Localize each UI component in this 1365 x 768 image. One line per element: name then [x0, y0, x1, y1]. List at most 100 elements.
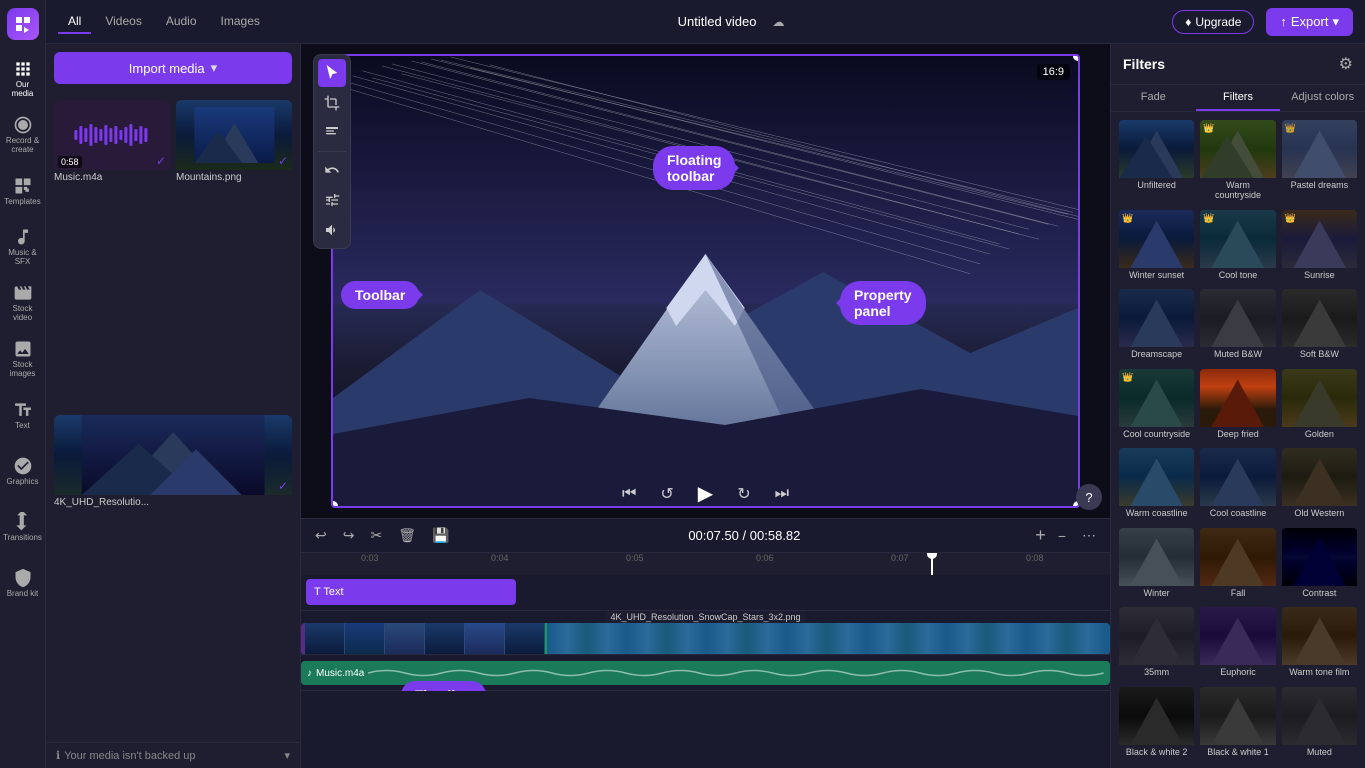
media-grid: 0:58 ✓ Music.m4a	[46, 92, 300, 742]
filter-item-warm-countryside[interactable]: 👑 Warm countryside	[1200, 120, 1275, 204]
media-item-4k-video[interactable]: ✓ 4K_UHD_Resolutio...	[54, 415, 292, 734]
filter-item-bw2[interactable]: Black & white 2	[1119, 687, 1194, 761]
filter-item-warm-tone-film[interactable]: Warm tone film	[1282, 607, 1357, 681]
filter-item-winter[interactable]: Winter	[1119, 528, 1194, 602]
sidebar-item-templates[interactable]: Templates	[5, 166, 41, 216]
sidebar-item-brand-kit[interactable]: Brand kit	[5, 558, 41, 608]
timeline-time: 00:07.50 / 00:58.82	[461, 528, 1027, 543]
toolbar-text-button[interactable]	[318, 119, 346, 147]
audio-track-row: ♪ Music.m4a	[301, 655, 1110, 691]
timeline-redo-button[interactable]: ↪	[339, 525, 359, 546]
text-track-label: T Text	[314, 586, 344, 598]
filter-label-muted2: Muted	[1282, 745, 1357, 759]
filter-item-deep-fried[interactable]: Deep fried	[1200, 369, 1275, 443]
filter-item-golden[interactable]: Golden	[1282, 369, 1357, 443]
sidebar-item-stock-images[interactable]: Stock images	[5, 334, 41, 384]
sidebar-item-text[interactable]: Text	[5, 390, 41, 440]
app-logo	[7, 8, 39, 40]
skip-back-button[interactable]: ⏮	[618, 481, 640, 507]
right-panel-close-button[interactable]: ⚙	[1339, 54, 1353, 74]
timeline-toolbar: ↩ ↪ ✂ 🗑 💾 00:07.50 / 00:58.82 + − ⋯	[301, 519, 1110, 553]
forward-button[interactable]: ↻	[733, 480, 754, 508]
filter-label-soft-bw: Soft B&W	[1282, 347, 1357, 361]
filter-item-cool-coastline[interactable]: Cool coastline	[1200, 448, 1275, 522]
timeline-save-button[interactable]: 💾	[428, 525, 453, 546]
corner-handle-tr[interactable]	[1073, 54, 1080, 61]
media-duration-music: 0:58	[58, 156, 82, 168]
toolbar-audio-button[interactable]	[318, 216, 346, 244]
timeline-cut-button[interactable]: ✂	[366, 525, 386, 546]
info-icon: ℹ	[56, 749, 60, 762]
backup-chevron-icon[interactable]: ▾	[284, 749, 290, 762]
tab-images[interactable]: Images	[211, 10, 270, 34]
filter-item-cool-tone[interactable]: 👑 Cool tone	[1200, 210, 1275, 284]
check-icon-music: ✓	[156, 154, 166, 168]
export-button[interactable]: ↑ Export ▾	[1266, 8, 1353, 36]
filter-item-muted2[interactable]: Muted	[1282, 687, 1357, 761]
media-item-mountains[interactable]: ✓ Mountains.png	[176, 100, 292, 409]
playhead-line	[931, 553, 933, 575]
filter-label-warm-countryside: Warm countryside	[1200, 178, 1275, 202]
right-panel-tabs: Fade Filters Adjust colors	[1111, 85, 1365, 112]
audio-track-clip[interactable]: ♪ Music.m4a	[301, 661, 1110, 685]
filter-item-unfiltered[interactable]: Unfiltered	[1119, 120, 1194, 204]
sidebar-item-our-media[interactable]: Our media	[5, 54, 41, 104]
filter-item-sunrise[interactable]: 👑 Sunrise	[1282, 210, 1357, 284]
filter-item-euphoric[interactable]: Euphoric	[1200, 607, 1275, 681]
timeline-zoom-out-button[interactable]: −	[1054, 526, 1070, 546]
filter-item-soft-bw[interactable]: Soft B&W	[1282, 289, 1357, 363]
toolbar-crop-button[interactable]	[318, 89, 346, 117]
skip-forward-button[interactable]: ⏭	[771, 481, 793, 507]
text-track-clip[interactable]: T Text	[306, 579, 516, 605]
media-item-music[interactable]: 0:58 ✓ Music.m4a	[54, 100, 170, 409]
filter-item-winter-sunset[interactable]: 👑 Winter sunset	[1119, 210, 1194, 284]
import-media-button[interactable]: Import media ▾	[54, 52, 292, 84]
filters-title: Filters	[1123, 56, 1165, 72]
upgrade-button[interactable]: ♦ Upgrade	[1172, 10, 1254, 34]
tab-fade[interactable]: Fade	[1111, 85, 1196, 111]
filter-item-fall[interactable]: Fall	[1200, 528, 1275, 602]
filter-label-cool-countryside: Cool countryside	[1119, 427, 1194, 441]
video-track-clip[interactable]	[301, 623, 1110, 654]
toolbar-select-button[interactable]	[318, 59, 346, 87]
sidebar-item-music[interactable]: Music & SFX	[5, 222, 41, 272]
tab-all[interactable]: All	[58, 10, 91, 34]
filter-item-warm-coastline[interactable]: Warm coastline	[1119, 448, 1194, 522]
ruler-mark-2: 0:04	[491, 553, 509, 563]
toolbar-undo-button[interactable]	[318, 156, 346, 184]
timeline-add-button[interactable]: +	[1035, 525, 1046, 546]
tab-filters[interactable]: Filters	[1196, 85, 1281, 111]
tab-adjust-colors[interactable]: Adjust colors	[1280, 85, 1365, 111]
tab-videos[interactable]: Videos	[95, 10, 151, 34]
sidebar-item-transitions[interactable]: Transitions	[5, 502, 41, 552]
sidebar-item-record[interactable]: Record & create	[5, 110, 41, 160]
play-button[interactable]: ▶	[694, 477, 717, 510]
ruler-mark-3: 0:05	[626, 553, 644, 563]
filter-label-pastel-dreams: Pastel dreams	[1282, 178, 1357, 192]
filter-item-pastel-dreams[interactable]: 👑 Pastel dreams	[1282, 120, 1357, 204]
sidebar-label-music: Music & SFX	[5, 249, 41, 267]
help-button[interactable]: ?	[1076, 484, 1102, 510]
timeline-more-button[interactable]: ⋯	[1078, 525, 1100, 546]
toolbar-filter-button[interactable]	[318, 186, 346, 214]
timeline-delete-button[interactable]: 🗑	[394, 525, 420, 546]
tab-audio[interactable]: Audio	[156, 10, 207, 34]
rewind-button[interactable]: ↺	[656, 480, 677, 508]
sidebar-label-text: Text	[15, 422, 30, 431]
filter-item-contrast[interactable]: Contrast	[1282, 528, 1357, 602]
right-panel: Filters ⚙ Fade Filters Adjust colors Unf…	[1110, 44, 1365, 768]
filter-label-old-western: Old Western	[1282, 506, 1357, 520]
filter-item-bw1[interactable]: Black & white 1	[1200, 687, 1275, 761]
media-tabs: All Videos Audio Images	[58, 10, 270, 34]
sidebar-item-graphics[interactable]: Graphics	[5, 446, 41, 496]
filter-item-old-western[interactable]: Old Western	[1282, 448, 1357, 522]
diamond-icon: ♦	[1185, 15, 1191, 29]
sidebar-item-stock-video[interactable]: Stock video	[5, 278, 41, 328]
timeline-undo-button[interactable]: ↩	[311, 525, 331, 546]
filter-item-35mm[interactable]: 35mm	[1119, 607, 1194, 681]
filter-item-cool-countryside[interactable]: 👑 Cool countryside	[1119, 369, 1194, 443]
ruler-mark-5: 0:07	[891, 553, 909, 563]
filter-label-golden: Golden	[1282, 427, 1357, 441]
filter-item-muted-bw[interactable]: Muted B&W	[1200, 289, 1275, 363]
filter-item-dreamscape[interactable]: Dreamscape	[1119, 289, 1194, 363]
